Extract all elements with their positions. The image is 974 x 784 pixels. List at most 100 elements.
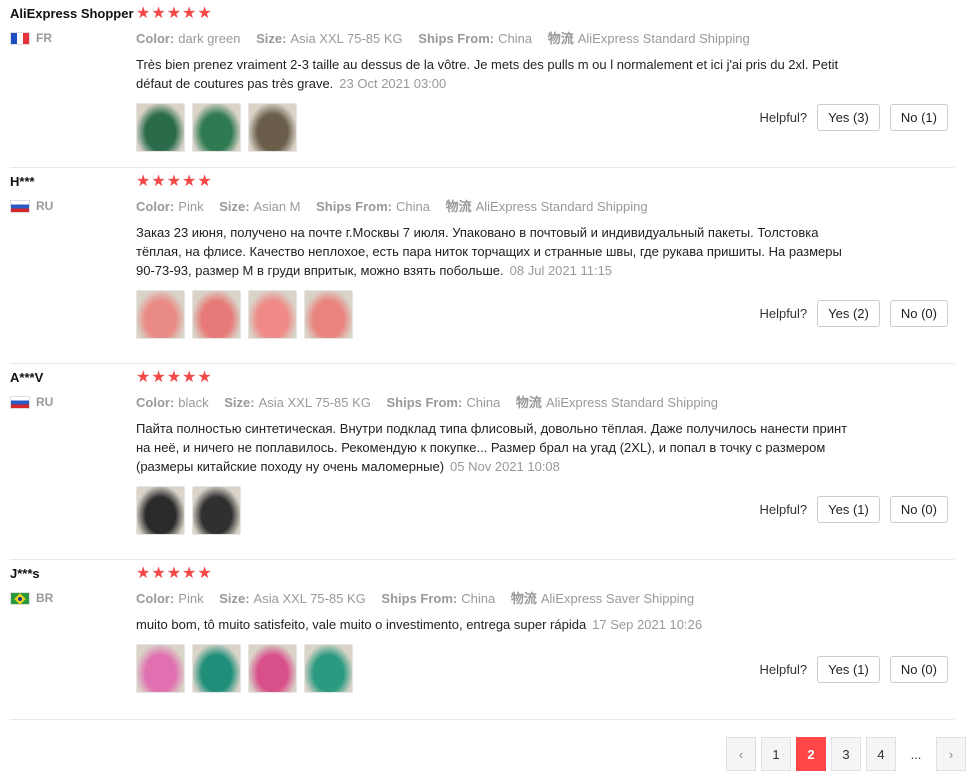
color-label: Color: — [136, 31, 175, 46]
ships-from-value: China — [466, 395, 501, 410]
size-value: Asia XXL 75-85 KG — [258, 395, 371, 410]
page-4-button[interactable]: 4 — [866, 737, 896, 771]
review-attributes: Color: Pink Size: Asian M Ships From: China… — [136, 196, 954, 215]
helpful-yes-button[interactable]: Yes (2) — [817, 300, 880, 327]
country-code: RU — [36, 199, 54, 213]
reviewer-country: FR — [10, 31, 52, 45]
size-label: Size: — [219, 199, 250, 214]
helpful-label: Helpful? — [759, 502, 808, 517]
helpful-no-button[interactable]: No (1) — [889, 104, 948, 131]
review-item: J***s BR ★★★★★ Color: Pink Size: Asia XXL … — [10, 560, 954, 720]
review-photo-thumbnail[interactable] — [136, 103, 185, 152]
review-body: Très bien prenez vraiment 2-3 taille au … — [136, 57, 839, 91]
helpful-controls: Helpful? Yes (2) No (0) — [759, 300, 948, 327]
shipping-label: 物流 — [515, 395, 542, 410]
size-label: Size: — [256, 31, 287, 46]
review-item: H*** RU ★★★★★ Color: Pink Size: Asian M Sh… — [10, 168, 954, 364]
ships-from-label: Ships From: — [381, 591, 458, 606]
review-attributes: Color: Pink Size: Asia XXL 75-85 KG Ships … — [136, 588, 954, 607]
pagination: ‹ 1 2 3 4 ... › — [726, 737, 966, 771]
helpful-controls: Helpful? Yes (1) No (0) — [759, 496, 948, 523]
star-rating: ★★★★★ — [136, 565, 213, 582]
helpful-yes-button[interactable]: Yes (1) — [817, 656, 880, 683]
helpful-yes-button[interactable]: Yes (1) — [817, 496, 880, 523]
helpful-controls: Helpful? Yes (1) No (0) — [759, 656, 948, 683]
review-photo-thumbnail[interactable] — [192, 103, 241, 152]
review-date: 23 Oct 2021 03:00 — [339, 76, 447, 91]
helpful-label: Helpful? — [759, 662, 808, 677]
review-text: muito bom, tô muito satisfeito, vale mui… — [136, 615, 856, 634]
ships-from-value: China — [395, 199, 430, 214]
review-body: muito bom, tô muito satisfeito, vale mui… — [136, 617, 587, 632]
review-photo-thumbnail[interactable] — [192, 486, 241, 535]
country-code: BR — [36, 591, 54, 605]
shipping-method: AliExpress Standard Shipping — [475, 199, 648, 214]
review-photo-thumbnail[interactable] — [136, 486, 185, 535]
reviewer-country: BR — [10, 591, 53, 605]
helpful-yes-button[interactable]: Yes (3) — [817, 104, 880, 131]
country-flag-icon — [10, 591, 30, 605]
review-text: Заказ 23 июня, получено на почте г.Москв… — [136, 223, 856, 280]
shipping-method: AliExpress Standard Shipping — [577, 31, 750, 46]
next-page-button[interactable]: › — [936, 737, 966, 771]
page-2-button[interactable]: 2 — [796, 737, 826, 771]
review-photo-thumbnail[interactable] — [304, 644, 353, 693]
star-rating: ★★★★★ — [136, 173, 213, 190]
shipping-label: 物流 — [547, 31, 574, 46]
color-label: Color: — [136, 591, 175, 606]
reviewer-country: RU — [10, 395, 53, 409]
shipping-label: 物流 — [510, 591, 537, 606]
ships-from-label: Ships From: — [316, 199, 392, 214]
color-label: Color: — [136, 395, 175, 410]
review-photo-thumbnail[interactable] — [248, 290, 297, 339]
review-item: AliExpress Shopper FR ★★★★★ Color: dark g… — [10, 0, 954, 168]
review-attributes: Color: black Size: Asia XXL 75-85 KG Ships… — [136, 392, 954, 411]
review-photo-thumbnail[interactable] — [248, 103, 297, 152]
ships-from-label: Ships From: — [418, 31, 495, 46]
review-photo-thumbnail[interactable] — [136, 290, 185, 339]
pagination-ellipsis: ... — [910, 746, 922, 762]
star-rating: ★★★★★ — [136, 369, 213, 386]
review-photo-thumbnail[interactable] — [192, 290, 241, 339]
size-label: Size: — [219, 591, 250, 606]
shipping-label: 物流 — [445, 199, 472, 214]
helpful-no-button[interactable]: No (0) — [889, 496, 948, 523]
reviewer-country: RU — [10, 199, 53, 213]
review-item: A***V RU ★★★★★ Color: black Size: Asia XXL… — [10, 364, 954, 560]
reviewer-name: A***V — [10, 370, 44, 385]
shipping-method: AliExpress Standard Shipping — [545, 395, 718, 410]
page-3-button[interactable]: 3 — [831, 737, 861, 771]
review-photo-thumbnail[interactable] — [304, 290, 353, 339]
prev-page-button[interactable]: ‹ — [726, 737, 756, 771]
review-date: 05 Nov 2021 10:08 — [450, 459, 560, 474]
review-text: Très bien prenez vraiment 2-3 taille au … — [136, 55, 856, 93]
ships-from-value: China — [461, 591, 496, 606]
review-photo-thumbnail[interactable] — [136, 644, 185, 693]
star-rating: ★★★★★ — [136, 5, 213, 22]
reviewer-name: H*** — [10, 174, 35, 189]
country-code: FR — [36, 31, 52, 45]
reviewer-name: J***s — [10, 566, 40, 581]
review-attributes: Color: dark green Size: Asia XXL 75-85 KG … — [136, 28, 954, 47]
color-value: Pink — [178, 591, 204, 606]
helpful-controls: Helpful? Yes (3) No (1) — [759, 104, 948, 131]
reviewer-name: AliExpress Shopper — [10, 6, 134, 21]
size-value: Asian M — [253, 199, 301, 214]
country-code: RU — [36, 395, 54, 409]
helpful-no-button[interactable]: No (0) — [889, 656, 948, 683]
color-value: dark green — [178, 31, 241, 46]
country-flag-icon — [10, 395, 30, 409]
size-value: Asia XXL 75-85 KG — [253, 591, 366, 606]
review-photo-thumbnail[interactable] — [248, 644, 297, 693]
country-flag-icon — [10, 199, 30, 213]
size-label: Size: — [224, 395, 255, 410]
ships-from-label: Ships From: — [386, 395, 463, 410]
review-text: Пайта полностью синтетическая. Внутри по… — [136, 419, 856, 476]
helpful-no-button[interactable]: No (0) — [889, 300, 948, 327]
color-label: Color: — [136, 199, 175, 214]
country-flag-icon — [10, 31, 30, 45]
ships-from-value: China — [498, 31, 533, 46]
review-date: 17 Sep 2021 10:26 — [592, 617, 703, 632]
page-1-button[interactable]: 1 — [761, 737, 791, 771]
review-photo-thumbnail[interactable] — [192, 644, 241, 693]
